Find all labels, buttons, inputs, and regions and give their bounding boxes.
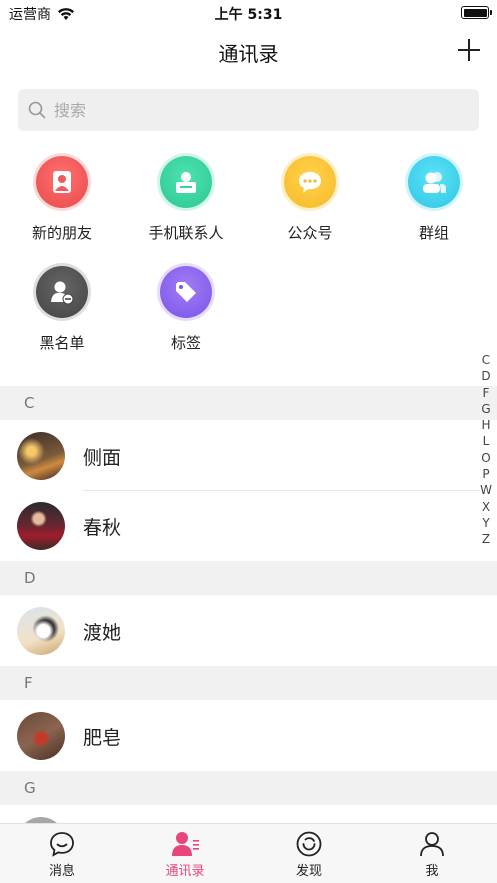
official-account-icon (284, 156, 336, 208)
index-letter[interactable]: D (479, 368, 493, 384)
tab-me[interactable]: 我 (392, 830, 472, 879)
index-letter[interactable]: W (479, 482, 493, 498)
tab-bar: 消息 通讯录 发现 我 (0, 823, 497, 883)
contact-name: 肥皂 (83, 727, 122, 749)
index-letter[interactable]: L (479, 433, 493, 449)
discover-icon (295, 830, 323, 858)
function-official-account[interactable]: 公众号 (248, 156, 372, 243)
blacklist-icon (36, 266, 88, 318)
index-letter[interactable]: Z (479, 531, 493, 547)
index-letter[interactable]: X (479, 499, 493, 515)
tab-messages[interactable]: 消息 (22, 830, 102, 879)
function-tag[interactable]: 标签 (124, 266, 248, 353)
add-icon[interactable] (457, 38, 481, 62)
tab-label: 发现 (295, 864, 322, 879)
battery-icon (461, 6, 492, 19)
index-letter[interactable]: H (479, 417, 493, 433)
search-input[interactable] (54, 100, 454, 120)
section-header-c: C (0, 386, 497, 420)
function-new-friend[interactable]: 新的朋友 (0, 156, 124, 243)
contact-name: 春秋 (83, 517, 122, 539)
function-label: 群组 (418, 224, 449, 242)
avatar (17, 502, 65, 550)
function-label: 手机联系人 (148, 224, 224, 242)
tab-label: 我 (425, 864, 439, 879)
function-group[interactable]: 群组 (372, 156, 496, 243)
function-phone-contacts[interactable]: 手机联系人 (124, 156, 248, 243)
tab-label: 通讯录 (165, 864, 205, 879)
index-letter[interactable]: P (479, 466, 493, 482)
index-letter[interactable]: O (479, 450, 493, 466)
new-friend-icon (36, 156, 88, 208)
phone-contacts-icon (160, 156, 212, 208)
function-blacklist[interactable]: 黑名单 (0, 266, 124, 353)
alphabet-index-bar[interactable]: C D F G H L O P W X Y Z (479, 352, 493, 548)
tab-contacts[interactable]: 通讯录 (145, 830, 225, 879)
avatar (17, 432, 65, 480)
chat-icon (48, 830, 76, 858)
contact-name: 渡她 (83, 622, 122, 644)
group-icon (408, 156, 460, 208)
function-label: 新的朋友 (31, 224, 92, 242)
contact-row[interactable]: 侧面 (0, 421, 480, 491)
status-time: 上午 5:31 (214, 7, 283, 23)
page-title: 通讯录 (218, 42, 279, 66)
index-letter[interactable]: G (479, 401, 493, 417)
contact-row[interactable]: 渡她 (0, 596, 480, 666)
tab-discover[interactable]: 发现 (269, 830, 349, 879)
profile-icon (418, 830, 446, 858)
function-label: 黑名单 (39, 334, 85, 352)
contact-row[interactable]: 春秋 (0, 491, 480, 561)
section-header-g: G (0, 771, 497, 805)
index-letter[interactable]: C (479, 352, 493, 368)
status-bar: 运营商 上午 5:31 (0, 0, 497, 26)
function-label: 公众号 (287, 224, 333, 242)
section-header-f: F (0, 666, 497, 700)
contact-row[interactable]: 肥皂 (0, 701, 480, 771)
contact-name: 侧面 (83, 447, 122, 469)
index-letter[interactable]: Y (479, 515, 493, 531)
search-bar[interactable] (18, 89, 479, 131)
tab-label: 消息 (48, 864, 75, 879)
search-icon (28, 101, 46, 119)
tag-icon (160, 266, 212, 318)
avatar (17, 712, 65, 760)
function-label: 标签 (170, 334, 201, 352)
section-header-d: D (0, 561, 497, 595)
avatar (17, 607, 65, 655)
index-letter[interactable]: F (479, 385, 493, 401)
nav-header: 通讯录 (0, 26, 497, 76)
contacts-icon (171, 830, 199, 858)
